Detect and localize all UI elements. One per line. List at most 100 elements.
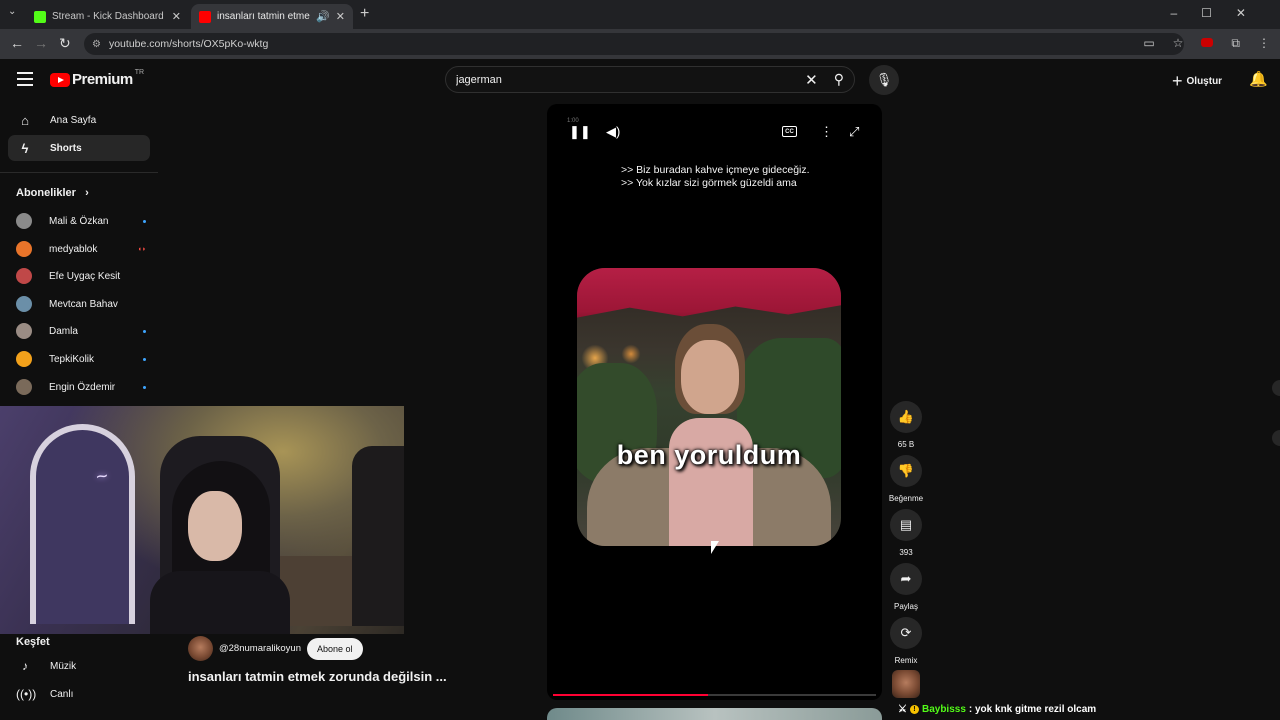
subscriptions-header-label: Abonelikler <box>16 187 76 199</box>
sidebar-item-home[interactable]: ⌂ Ana Sayfa <box>8 107 150 133</box>
subscription-name: Efe Uygaç Kesit <box>49 270 121 282</box>
home-icon: ⌂ <box>21 112 29 128</box>
subscription-item[interactable]: Mevtcan Bahav <box>16 294 146 314</box>
more-options-icon[interactable]: ⋮ <box>820 124 833 140</box>
avatar <box>16 296 32 312</box>
remix-label: Remix <box>894 656 918 665</box>
sidebar-item-music[interactable]: ♪ Müzik <box>16 659 76 673</box>
pause-icon[interactable]: ❚❚ <box>569 124 591 140</box>
subscription-name: Mevtcan Bahav <box>49 298 118 310</box>
new-content-dot <box>143 329 146 333</box>
reload-icon[interactable]: ↻ <box>59 35 71 52</box>
notifications-bell-icon[interactable]: 🔔 <box>1249 70 1268 88</box>
avatar <box>16 241 32 257</box>
shorts-icon: ϟ <box>21 140 29 156</box>
sidebar-item-shorts[interactable]: ϟ Shorts <box>8 135 150 161</box>
menu-hamburger-icon[interactable] <box>17 72 33 90</box>
clear-search-icon[interactable]: ✕ <box>805 71 818 89</box>
youtube-premium-logo[interactable]: Premium TR <box>50 69 145 88</box>
red-awning <box>577 268 841 318</box>
remix-button[interactable]: ⟳ <box>890 617 922 649</box>
plus-icon: + <box>1172 71 1183 91</box>
tab-list-chevron-icon[interactable]: ⌄ <box>8 6 16 17</box>
dislike-label: Beğenme <box>888 494 924 503</box>
progress-bar[interactable] <box>553 694 876 696</box>
next-short-preview[interactable] <box>547 708 882 720</box>
subscription-name: medyablok <box>49 243 98 255</box>
profile-menu-icon[interactable]: ⋮ <box>1258 36 1270 51</box>
caption-line: >> Biz buradan kahve içmeye gideceğiz. <box>621 164 810 176</box>
volume-icon[interactable]: ◀) <box>606 124 620 140</box>
cast-icon[interactable]: ▭ <box>1143 36 1154 51</box>
subscription-item[interactable]: Efe Uygaç Kesit <box>16 266 146 286</box>
url-text: youtube.com/shorts/OX5pKo-wktg <box>108 38 269 50</box>
extensions-puzzle-icon[interactable]: ⧉ <box>1231 36 1240 51</box>
video-overlay-text: ben yoruldum <box>616 440 802 470</box>
tab-kick-dashboard[interactable]: Stream - Kick Dashboard ✕ <box>26 4 189 29</box>
like-count: 65 B <box>897 440 915 449</box>
fullscreen-icon[interactable]: ⤢ <box>849 124 859 140</box>
sword-badge-icon: ⚔ <box>898 704 907 715</box>
streamer-body <box>150 571 290 634</box>
sound-pivot-thumbnail[interactable] <box>892 670 920 698</box>
channel-name[interactable]: @28numaralikoyun <box>219 643 301 654</box>
avatar <box>16 323 32 339</box>
search-icon[interactable]: ⚲ <box>834 71 844 88</box>
address-bar[interactable]: ⚙ youtube.com/shorts/OX5pKo-wktg <box>84 33 1184 55</box>
remix-action: ⟳ Remix <box>890 617 922 665</box>
streamer-face <box>188 491 242 561</box>
subscription-item[interactable]: medyablok ◖◗ <box>16 239 146 259</box>
subscription-item[interactable]: Engin Özdemir <box>16 377 146 397</box>
avatar <box>16 213 32 229</box>
window-controls[interactable]: –☐✕ <box>1171 6 1271 20</box>
bookmark-star-icon[interactable]: ☆ <box>1173 36 1184 51</box>
create-button[interactable]: + Oluştur <box>1172 71 1222 92</box>
channel-row: @28numaralikoyun Abone ol <box>188 636 363 661</box>
back-icon[interactable]: ← <box>10 35 24 51</box>
subscription-item[interactable]: TepkiKolik <box>16 349 146 369</box>
share-button[interactable]: ➦ <box>890 563 922 595</box>
kick-favicon-icon <box>34 10 46 23</box>
short-title[interactable]: insanları tatmin etmek zorunda değilsin … <box>188 669 447 684</box>
channel-avatar[interactable] <box>188 636 213 661</box>
toolbar-icons: ▭ ☆ ⧉ ⋮ <box>1143 36 1270 51</box>
stream-chat-message: ⚔ ! Baybisss : yok knk gitme rezil olcam <box>898 704 1096 715</box>
close-tab-icon[interactable]: ✕ <box>336 10 345 23</box>
dislike-button[interactable]: 👎 <box>890 455 922 487</box>
tab-youtube-short[interactable]: insanları tatmin etmek zoru 🔊 ✕ <box>191 4 353 29</box>
new-tab-button[interactable]: + <box>360 5 369 23</box>
voice-search-mic-icon[interactable]: 🎙 <box>869 65 899 95</box>
subscribe-button[interactable]: Abone ol <box>307 637 363 660</box>
search-box: ✕ ⚲ <box>445 66 855 93</box>
share-label: Paylaş <box>893 602 918 611</box>
live-icon: ((•)) <box>16 687 37 701</box>
new-content-dot <box>143 357 146 361</box>
site-info-icon[interactable]: ⚙ <box>92 39 101 50</box>
subscriptions-header[interactable]: Abonelikler › <box>16 187 89 199</box>
subscription-name: Damla <box>49 325 78 337</box>
captions-cc-icon[interactable]: CC <box>782 126 797 137</box>
extension-icon[interactable] <box>1201 38 1214 47</box>
previous-short-button[interactable] <box>1272 380 1280 396</box>
audio-playing-icon[interactable]: 🔊 <box>316 10 330 23</box>
subscription-name: Engin Özdemir <box>49 381 116 393</box>
like-button[interactable]: 👍 <box>890 401 922 433</box>
avatar <box>16 379 32 395</box>
shorts-player[interactable]: 1:00 ❚❚ ◀) CC ⋮ ⤢ >> Biz buradan kahve i… <box>547 104 882 700</box>
share-action: ➦ Paylaş <box>890 563 922 611</box>
subscription-item[interactable]: Mali & Özkan <box>16 211 146 231</box>
comments-button[interactable]: ▤ <box>890 509 922 541</box>
comment-icon: ▤ <box>899 517 913 532</box>
avatar <box>16 351 32 367</box>
webcam-overlay: ~ <box>0 406 404 634</box>
chat-username: Baybisss <box>921 704 966 715</box>
forward-icon[interactable]: → <box>34 35 48 51</box>
search-input[interactable] <box>456 73 806 86</box>
sidebar-item-live[interactable]: ((•)) Canlı <box>16 687 73 701</box>
next-short-button[interactable] <box>1272 430 1280 446</box>
thumbs-down-icon: 👎 <box>897 463 915 478</box>
subscription-item[interactable]: Damla <box>16 321 146 341</box>
country-code: TR <box>134 69 145 76</box>
remix-icon: ⟳ <box>900 625 912 640</box>
close-tab-icon[interactable]: ✕ <box>172 10 181 23</box>
